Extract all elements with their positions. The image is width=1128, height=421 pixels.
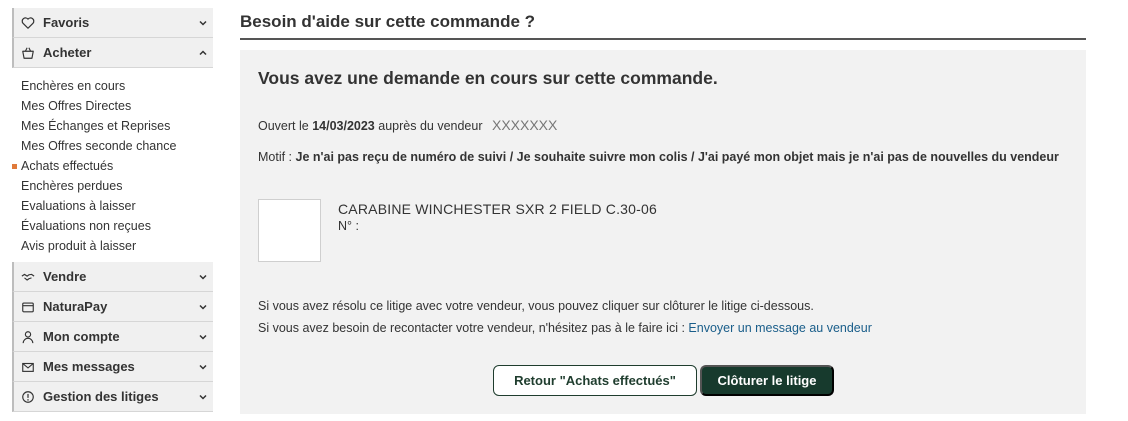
alert-circle-icon <box>20 389 36 405</box>
dispute-card-title: Vous avez une demande en cours sur cette… <box>258 68 718 88</box>
sidebar-section-mes-messages[interactable]: Mes messages <box>12 352 213 382</box>
opened-suffix: auprès du vendeur <box>378 119 483 133</box>
product-thumbnail[interactable] <box>258 199 321 262</box>
sidebar-section-acheter[interactable]: Acheter <box>12 38 213 68</box>
sidebar-section-label: Mes messages <box>43 359 135 374</box>
sidebar-section-label: Favoris <box>43 15 90 30</box>
sidebar-section-label: NaturaPay <box>43 299 108 314</box>
sidebar-item-avis-produit[interactable]: Avis produit à laisser <box>12 236 213 256</box>
motif-prefix: Motif : <box>258 150 293 164</box>
heart-icon <box>20 15 36 31</box>
product-name: CARABINE WINCHESTER SXR 2 FIELD C.30-06 <box>338 201 657 217</box>
close-dispute-button[interactable]: Clôturer le litige <box>700 365 834 396</box>
contact-info: Si vous avez besoin de recontacter votre… <box>258 321 872 335</box>
product-number: N° : <box>338 219 359 233</box>
main-content: Besoin d'aide sur cette commande ? Vous … <box>240 0 1086 414</box>
sidebar-section-label: Vendre <box>43 269 87 284</box>
sidebar-section-gestion-litiges[interactable]: Gestion des litiges <box>12 382 213 412</box>
motif-info: Motif : Je n'ai pas reçu de numéro de su… <box>258 150 1059 164</box>
sidebar-section-naturapay[interactable]: NaturaPay <box>12 292 213 322</box>
sidebar-section-label: Gestion des litiges <box>43 389 159 404</box>
sidebar-section-vendre[interactable]: Vendre <box>12 262 213 292</box>
user-icon <box>20 329 36 345</box>
contact-info-text: Si vous avez besoin de recontacter votre… <box>258 321 685 335</box>
sidebar-item-offres-directes[interactable]: Mes Offres Directes <box>12 96 213 116</box>
chevron-down-icon <box>197 330 209 342</box>
wallet-icon <box>20 299 36 315</box>
resolution-info: Si vous avez résolu ce litige avec votre… <box>258 299 814 313</box>
sidebar-item-encheres-perdues[interactable]: Enchères perdues <box>12 176 213 196</box>
chevron-down-icon <box>197 390 209 402</box>
sidebar: Favoris Acheter Enchères en cours Mes Of… <box>12 8 213 412</box>
chevron-up-icon <box>197 46 209 58</box>
envelope-icon <box>20 359 36 375</box>
chevron-down-icon <box>197 300 209 312</box>
acheter-submenu: Enchères en cours Mes Offres Directes Me… <box>12 68 213 262</box>
chevron-down-icon <box>197 16 209 28</box>
sidebar-item-echanges-reprises[interactable]: Mes Échanges et Reprises <box>12 116 213 136</box>
sidebar-section-label: Mon compte <box>43 329 120 344</box>
opened-info: Ouvert le 14/03/2023 auprès du vendeur X… <box>258 117 557 133</box>
sidebar-item-offres-seconde-chance[interactable]: Mes Offres seconde chance <box>12 136 213 156</box>
sidebar-item-evaluations-a-laisser[interactable]: Evaluations à laisser <box>12 196 213 216</box>
sidebar-section-mon-compte[interactable]: Mon compte <box>12 322 213 352</box>
sidebar-section-favoris[interactable]: Favoris <box>12 8 213 38</box>
sidebar-section-label: Acheter <box>43 45 92 60</box>
motif-text: Je n'ai pas reçu de numéro de suivi / Je… <box>295 150 1059 164</box>
seller-name: XXXXXXX <box>491 117 558 133</box>
back-to-purchases-button[interactable]: Retour "Achats effectués" <box>493 365 697 396</box>
chevron-down-icon <box>197 270 209 282</box>
handshake-icon <box>20 269 36 285</box>
sidebar-item-encheres-en-cours[interactable]: Enchères en cours <box>12 76 213 96</box>
sidebar-item-achats-effectues[interactable]: Achats effectués <box>12 156 213 176</box>
page-title: Besoin d'aide sur cette commande ? <box>240 0 1086 40</box>
contact-seller-link[interactable]: Envoyer un message au vendeur <box>688 321 871 335</box>
chevron-down-icon <box>197 360 209 372</box>
dispute-card: Vous avez une demande en cours sur cette… <box>240 50 1086 414</box>
opened-prefix: Ouvert le <box>258 119 309 133</box>
opened-date: 14/03/2023 <box>312 119 375 133</box>
basket-icon <box>20 45 36 61</box>
sidebar-item-evaluations-non-recues[interactable]: Évaluations non reçues <box>12 216 213 236</box>
